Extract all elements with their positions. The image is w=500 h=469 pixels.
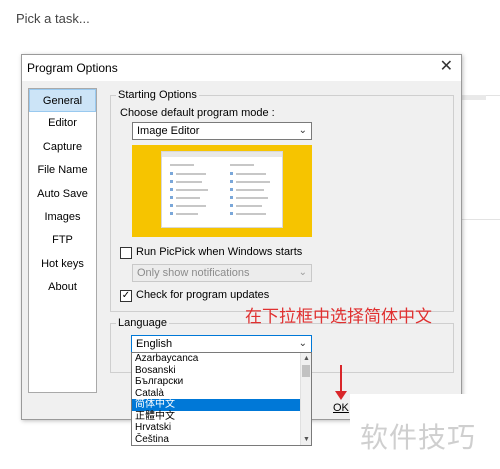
notification-select[interactable]: Only show notifications ⌄ xyxy=(132,264,312,282)
mode-preview-image xyxy=(132,145,312,237)
nav-item-file-name[interactable]: File Name xyxy=(29,159,96,182)
check-updates-label: Check for program updates xyxy=(136,289,270,301)
run-at-start-label: Run PicPick when Windows starts xyxy=(136,246,303,258)
chevron-down-icon: ⌄ xyxy=(298,125,307,136)
nav-item-capture[interactable]: Capture xyxy=(29,136,96,159)
background-panel xyxy=(462,95,500,220)
red-arrow-icon xyxy=(340,365,342,393)
preview-window xyxy=(161,151,283,228)
nav-item-general[interactable]: General xyxy=(29,89,96,113)
chevron-down-icon: ⌄ xyxy=(298,338,307,349)
language-option[interactable]: 正體中文 xyxy=(132,411,300,423)
language-value: English xyxy=(136,338,173,350)
program-mode-value: Image Editor xyxy=(137,125,200,137)
language-select[interactable]: English ⌄ xyxy=(131,335,312,353)
background-prompt: Pick a task... xyxy=(16,11,90,26)
language-option[interactable]: Čeština xyxy=(132,434,300,446)
notification-value: Only show notifications xyxy=(137,267,250,279)
language-dropdown-list: Azarbaycanca Bosanski Български Català 简… xyxy=(131,352,312,446)
run-at-start-checkbox[interactable] xyxy=(120,247,132,259)
watermark-text: 软件技巧 xyxy=(360,422,477,453)
options-sidebar: General Editor Capture File Name Auto Sa… xyxy=(28,88,97,393)
check-updates-checkbox[interactable]: ✓ xyxy=(120,290,132,302)
language-title: Language xyxy=(116,317,169,329)
starting-options-title: Starting Options xyxy=(116,89,199,101)
red-arrow-head-icon xyxy=(335,391,347,400)
language-option[interactable]: Hrvatski xyxy=(132,422,300,434)
nav-item-editor[interactable]: Editor xyxy=(29,112,96,135)
language-option[interactable]: Azarbaycanca xyxy=(132,353,300,365)
watermark: 软件技巧 xyxy=(350,394,500,469)
scroll-up-icon[interactable]: ▲ xyxy=(301,353,312,364)
program-mode-select[interactable]: Image Editor ⌄ xyxy=(132,122,312,140)
dropdown-scrollbar[interactable]: ▲ ▼ xyxy=(300,353,311,445)
background-strip xyxy=(462,95,486,100)
scroll-thumb[interactable] xyxy=(302,365,310,377)
nav-item-ftp[interactable]: FTP xyxy=(29,229,96,252)
language-option-highlighted[interactable]: 简体中文 xyxy=(132,399,300,411)
nav-item-auto-save[interactable]: Auto Save xyxy=(29,183,96,206)
mode-label: Choose default program mode : xyxy=(120,107,275,119)
scroll-down-icon[interactable]: ▼ xyxy=(301,434,312,445)
annotation-text: 在下拉框中选择简体中文 xyxy=(245,307,432,326)
dialog-title: Program Options xyxy=(27,61,118,75)
check-mark-icon: ✓ xyxy=(121,290,131,301)
nav-item-about[interactable]: About xyxy=(29,276,96,299)
ok-button[interactable]: OK xyxy=(333,401,351,415)
language-option[interactable]: Български xyxy=(132,376,300,388)
close-icon[interactable]: ✕ xyxy=(440,58,453,76)
chevron-down-icon: ⌄ xyxy=(298,267,307,278)
language-option[interactable]: Bosanski xyxy=(132,365,300,377)
nav-item-hot-keys[interactable]: Hot keys xyxy=(29,253,96,276)
language-option[interactable]: Català xyxy=(132,388,300,400)
dialog-titlebar: Program Options ✕ xyxy=(22,55,461,81)
nav-item-images[interactable]: Images xyxy=(29,206,96,229)
